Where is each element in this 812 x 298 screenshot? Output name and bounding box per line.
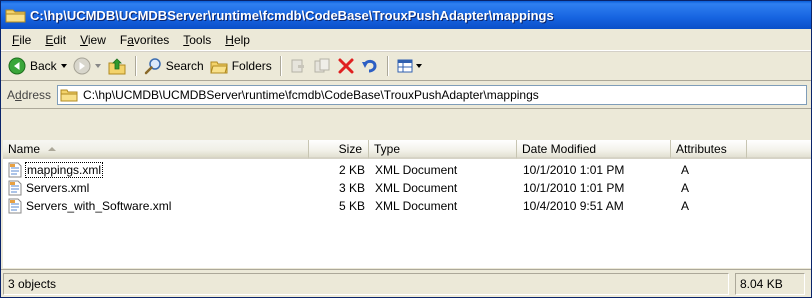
address-bar: Address C:\hp\UCMDB\UCMDBServer\runtime\… — [1, 82, 811, 109]
menu-tools[interactable]: Tools — [176, 31, 218, 49]
back-button[interactable]: Back — [5, 54, 70, 78]
search-button[interactable]: Search — [141, 54, 207, 78]
file-type: XML Document — [375, 163, 458, 177]
column-header-filler — [747, 140, 811, 159]
status-total-size: 8.04 KB — [735, 272, 805, 295]
folders-label: Folders — [231, 59, 272, 73]
column-header-date-modified[interactable]: Date Modified — [517, 140, 671, 159]
status-bar: 3 objects 8.04 KB — [1, 269, 811, 297]
explorer-window: C:\hp\UCMDB\UCMDBServer\runtime\fcmdb\Co… — [0, 0, 812, 298]
list-header: Name Size Type Date Modified Attributes — [3, 140, 811, 159]
file-size: 3 KB — [338, 181, 365, 195]
menu-help[interactable]: Help — [218, 31, 257, 49]
file-size: 2 KB — [338, 163, 365, 177]
menu-view[interactable]: View — [73, 31, 113, 49]
column-header-name[interactable]: Name — [3, 140, 309, 159]
file-type: XML Document — [375, 199, 458, 213]
file-rows: mappings.xml 2 KB XML Document 10/1/2010… — [3, 161, 811, 215]
file-attributes: A — [681, 199, 690, 213]
forward-dropdown-arrow-icon[interactable] — [94, 64, 101, 68]
window-title: C:\hp\UCMDB\UCMDBServer\runtime\fcmdb\Co… — [30, 7, 554, 23]
xml-file-icon — [8, 162, 22, 178]
address-value: C:\hp\UCMDB\UCMDBServer\runtime\fcmdb\Co… — [83, 88, 539, 102]
forward-button[interactable] — [70, 54, 104, 78]
back-arrow-icon — [8, 57, 26, 75]
file-attributes: A — [681, 163, 690, 177]
file-type: XML Document — [375, 181, 458, 195]
delete-x-icon — [338, 58, 354, 74]
title-bar[interactable]: C:\hp\UCMDB\UCMDBServer\runtime\fcmdb\Co… — [1, 1, 811, 29]
undo-button[interactable] — [358, 54, 382, 78]
toolbar-separator — [134, 56, 136, 76]
views-grid-icon — [397, 59, 413, 73]
file-date-modified: 10/1/2010 1:01 PM — [523, 163, 625, 177]
up-folder-icon — [108, 58, 126, 75]
up-folder-button[interactable] — [104, 54, 130, 78]
address-input[interactable]: C:\hp\UCMDB\UCMDBServer\runtime\fcmdb\Co… — [57, 85, 807, 105]
toolbar-separator — [279, 56, 281, 76]
column-header-size[interactable]: Size — [309, 140, 369, 159]
back-dropdown-arrow-icon[interactable] — [60, 64, 67, 68]
folder-icon — [60, 89, 78, 102]
file-date-modified: 10/4/2010 9:51 AM — [523, 199, 624, 213]
move-to-icon — [291, 59, 304, 73]
file-name: mappings.xml — [24, 162, 104, 178]
xml-file-icon — [8, 198, 22, 214]
toolbar: Back Search Folders — [1, 51, 811, 81]
copy-to-button[interactable] — [310, 54, 334, 78]
move-to-button[interactable] — [286, 54, 310, 78]
file-size: 5 KB — [338, 199, 365, 213]
menu-favorites[interactable]: Favorites — [113, 31, 176, 49]
status-object-count: 3 objects — [3, 272, 729, 295]
toolbar-gap — [1, 110, 811, 140]
toolbar-separator — [386, 56, 388, 76]
menu-file[interactable]: File — [5, 31, 38, 49]
menu-bar: File Edit View Favorites Tools Help — [1, 29, 811, 51]
file-attributes: A — [681, 181, 690, 195]
forward-arrow-icon — [73, 57, 91, 75]
undo-icon — [361, 59, 377, 73]
search-label: Search — [165, 59, 204, 73]
folder-icon — [5, 9, 26, 23]
file-name: Servers_with_Software.xml — [26, 199, 172, 213]
table-row[interactable]: Servers_with_Software.xml 5 KB XML Docum… — [3, 197, 811, 215]
search-icon — [144, 58, 161, 75]
back-label: Back — [30, 59, 57, 73]
delete-button[interactable] — [334, 54, 358, 78]
table-row[interactable]: mappings.xml 2 KB XML Document 10/1/2010… — [3, 161, 811, 179]
copy-to-icon — [314, 58, 330, 73]
address-label: Address — [7, 88, 52, 102]
file-name: Servers.xml — [26, 181, 90, 195]
file-date-modified: 10/1/2010 1:01 PM — [523, 181, 625, 195]
table-row[interactable]: Servers.xml 3 KB XML Document 10/1/2010 … — [3, 179, 811, 197]
sort-ascending-icon — [48, 146, 57, 151]
menu-edit[interactable]: Edit — [38, 31, 73, 49]
xml-file-icon — [8, 180, 22, 196]
folders-icon — [210, 61, 228, 74]
folders-button[interactable]: Folders — [207, 54, 275, 78]
column-header-type[interactable]: Type — [369, 140, 517, 159]
views-button[interactable] — [393, 54, 425, 78]
column-header-attributes[interactable]: Attributes — [671, 140, 747, 159]
views-dropdown-arrow-icon[interactable] — [415, 64, 422, 68]
